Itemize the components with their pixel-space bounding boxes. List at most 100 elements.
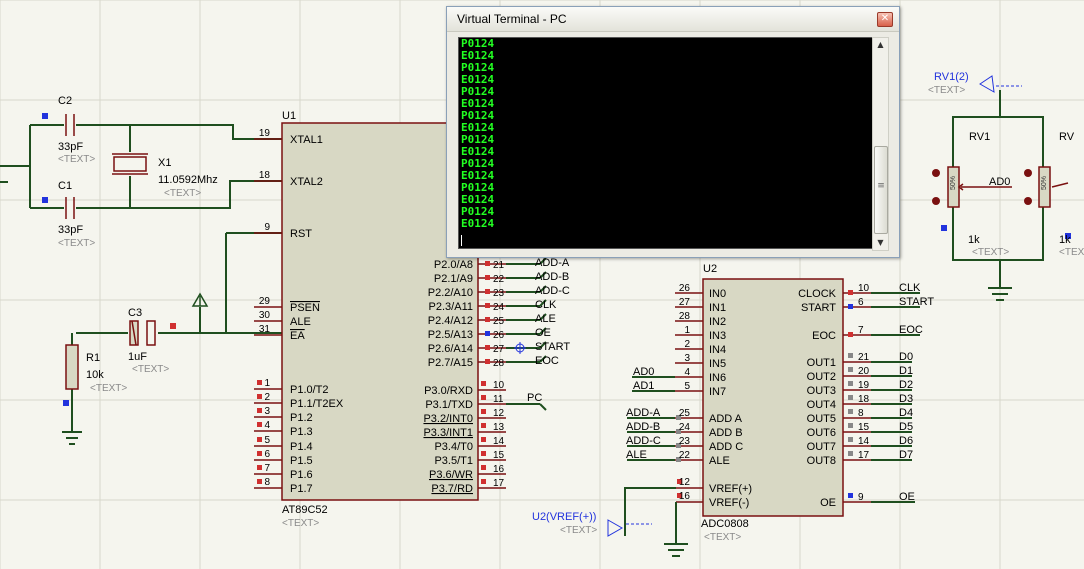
- capacitor-c3[interactable]: C3 1uF <TEXT>: [128, 307, 176, 375]
- u1-pin-number: 27: [493, 344, 505, 355]
- u1-pin-name: XTAL1: [290, 134, 323, 146]
- pin-marker: [485, 359, 490, 364]
- u1-pin-name: P3.4/T0: [434, 441, 473, 453]
- pin-marker: [848, 332, 853, 337]
- capacitor-c1[interactable]: C1 33pF <TEXT>: [42, 180, 95, 249]
- u1-pin-name: P2.3/A11: [429, 301, 473, 313]
- u2-pin-number: 23: [679, 436, 691, 447]
- terminal-line: P0124: [461, 109, 495, 122]
- u2-pin-number: 24: [679, 422, 691, 433]
- u2-pin-name: VREF(+): [709, 483, 752, 495]
- u2-pin-name: IN4: [709, 344, 726, 356]
- u2-pin-name: OUT4: [807, 399, 836, 411]
- pin-marker: [257, 437, 262, 442]
- adc-u2[interactable]: U2 ADC0808 <TEXT> 26 IN0 27 IN1 28 IN2 1 IN3 2 IN…: [626, 263, 934, 543]
- net-label: D6: [899, 435, 913, 447]
- net-label: D1: [899, 365, 913, 377]
- u1-pin-number: 29: [259, 296, 271, 307]
- pin-marker: [485, 289, 490, 294]
- u2-pin-number: 3: [684, 353, 690, 364]
- u2-pin-number: 1: [684, 325, 690, 336]
- u1-pin-name: P2.0/A8: [434, 259, 473, 271]
- u2-pin-name: START: [801, 302, 836, 314]
- u2-pin-name: OUT7: [807, 441, 836, 453]
- crystal-x1[interactable]: X1 11.0592Mhz <TEXT>: [112, 153, 218, 199]
- virtual-terminal-window[interactable]: Virtual Terminal - PC ✕ P0124 E0124 P0124 E…: [446, 6, 900, 258]
- pin-marker: [848, 395, 853, 400]
- close-icon[interactable]: ✕: [877, 12, 893, 27]
- c2-ref: C2: [58, 95, 72, 107]
- capacitor-c2[interactable]: C2 33pF <TEXT>: [42, 95, 95, 165]
- x1-text: <TEXT>: [164, 188, 201, 199]
- net-label: ADD-A: [535, 257, 570, 269]
- u2-pin-number: 25: [679, 408, 691, 419]
- terminal-line: E0124: [461, 193, 495, 206]
- u1-pin-number: 15: [493, 450, 505, 461]
- pin-marker: [848, 409, 853, 414]
- u2-pin-name: ALE: [709, 455, 730, 467]
- net-label: CLK: [535, 299, 557, 311]
- rv1-wiper-label: AD0: [989, 176, 1010, 188]
- u2-pin-number: 6: [858, 297, 864, 308]
- scroll-down-icon[interactable]: ▼: [873, 236, 888, 250]
- u2-pin-number: 12: [679, 477, 691, 488]
- u1-pin-name: P3.5/T1: [434, 455, 473, 467]
- terminal-scrollbar[interactable]: ▲ ≡ ▼: [872, 37, 889, 251]
- u1-pin-number: 3: [264, 406, 270, 417]
- u2-pin-number: 20: [858, 366, 870, 377]
- u2-pin-name: OUT8: [807, 455, 836, 467]
- terminal-line: P0124: [461, 37, 495, 50]
- u1-pin-number: 12: [493, 408, 505, 419]
- u1-pin-name: XTAL2: [290, 176, 323, 188]
- pin-marker: [485, 261, 490, 266]
- net-label: EOC: [899, 324, 923, 336]
- terminal-line: P0124: [461, 85, 495, 98]
- u1-pin-number: 19: [259, 128, 271, 139]
- scrollbar-thumb[interactable]: ≡: [874, 146, 888, 234]
- u1-pin-number: 10: [493, 380, 505, 391]
- blue-marker: [42, 197, 48, 203]
- u2-pin-name: OUT2: [807, 371, 836, 383]
- u1-pin-number: 5: [264, 435, 270, 446]
- scroll-up-icon[interactable]: ▲: [873, 38, 888, 52]
- c1-text: <TEXT>: [58, 238, 95, 249]
- u1-pin-name: P3.6/WR: [429, 469, 473, 481]
- u2-pin-name: ADD C: [709, 441, 743, 453]
- u2-pin-name: OUT6: [807, 427, 836, 439]
- u2-text: <TEXT>: [704, 532, 741, 543]
- u1-ref: U1: [282, 110, 296, 122]
- u2-pin-name: ADD B: [709, 427, 743, 439]
- u2-pin-number: 22: [679, 450, 691, 461]
- u1-pin-number: 13: [493, 422, 505, 433]
- u1-pin-number: 31: [259, 324, 271, 335]
- potentiometer-rv1[interactable]: RV1 RV AD0 1k <TEXT> 1k <TEXT> 50% 50% R…: [928, 71, 1084, 301]
- u1-pin-name: P1.6: [290, 469, 313, 481]
- pin-marker: [485, 331, 490, 336]
- net-label: ADD-A: [626, 407, 661, 419]
- u2-probe-text: <TEXT>: [560, 525, 597, 536]
- u1-pin-number: 17: [493, 478, 505, 489]
- pin-marker: [485, 317, 490, 322]
- u2-pin-number: 15: [858, 422, 870, 433]
- net-label: OE: [535, 327, 551, 339]
- terminal-line: P0124: [461, 205, 495, 218]
- u1-pin-number: 21: [493, 260, 505, 271]
- pin-marker: [257, 465, 262, 470]
- c2-text: <TEXT>: [58, 154, 95, 165]
- r1-text: <TEXT>: [90, 383, 127, 394]
- net-label: AD1: [633, 380, 654, 392]
- pin-marker: [481, 479, 486, 484]
- net-label: ALE: [626, 449, 647, 461]
- u2-pin-name: IN3: [709, 330, 726, 342]
- u1-pin-name: P2.5/A13: [428, 329, 473, 341]
- u1-pin-number: 26: [493, 330, 505, 341]
- u2-pin-name: IN5: [709, 358, 726, 370]
- blue-marker: [63, 400, 69, 406]
- pin-marker: [257, 394, 262, 399]
- net-label: OE: [899, 491, 915, 503]
- u1-pin-name: P1.0/T2: [290, 384, 329, 396]
- net-label: EOC: [535, 355, 559, 367]
- terminal-titlebar[interactable]: Virtual Terminal - PC ✕: [447, 7, 899, 32]
- u1-part: AT89C52: [282, 504, 328, 516]
- terminal-output[interactable]: P0124 E0124 P0124 E0124 P0124 E0124 P0124 E0124…: [458, 37, 873, 249]
